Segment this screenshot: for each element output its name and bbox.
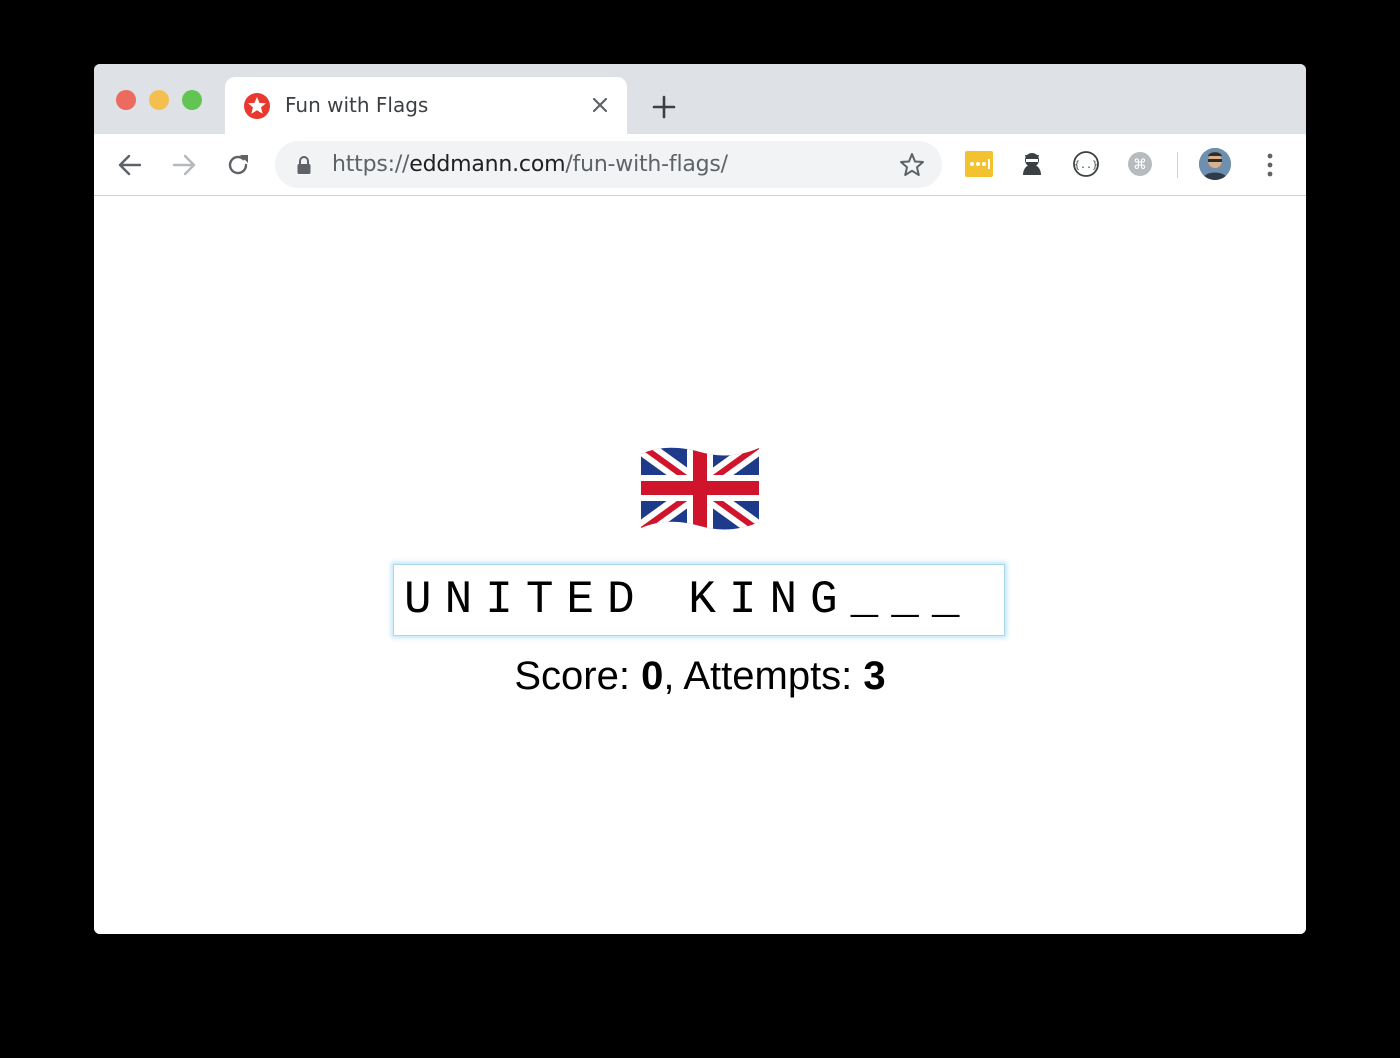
attempts-value: 3: [863, 654, 886, 698]
url-text[interactable]: https://eddmann.com/fun-with-flags/: [332, 152, 728, 177]
guess-input[interactable]: UNITED KING___: [393, 564, 1005, 636]
attempts-label: Attempts:: [683, 654, 864, 698]
browser-window: Fun with Flags https://eddmann.com/fun-w…: [94, 64, 1306, 934]
score-line: Score: 0, Attempts: 3: [94, 654, 1306, 699]
profile-avatar[interactable]: [1199, 148, 1231, 180]
svg-text:{..}: {..}: [1074, 160, 1098, 171]
new-tab-icon[interactable]: [650, 93, 678, 121]
back-arrow-icon[interactable]: [116, 151, 144, 179]
toolbar: https://eddmann.com/fun-with-flags/ {..}…: [94, 134, 1306, 196]
minimize-window-button[interactable]: [149, 90, 169, 110]
forward-arrow-icon[interactable]: [170, 151, 198, 179]
json-extension-icon[interactable]: {..}: [1071, 149, 1101, 179]
zoom-window-button[interactable]: [182, 90, 202, 110]
ninja-extension-icon[interactable]: [1017, 149, 1047, 179]
close-window-button[interactable]: [116, 90, 136, 110]
score-value: 0: [641, 654, 664, 698]
more-menu-icon[interactable]: [1258, 151, 1282, 179]
command-extension-icon[interactable]: ⌘: [1125, 149, 1155, 179]
svg-text:⌘: ⌘: [1133, 157, 1147, 173]
star-favicon-icon: [244, 93, 270, 119]
toolbar-separator: [1177, 152, 1178, 178]
tab-bar: Fun with Flags: [94, 64, 1306, 134]
url-host: eddmann.com: [409, 152, 566, 177]
tab-title: Fun with Flags: [285, 93, 429, 117]
page-content: UNITED KING___ Score: 0, Attempts: 3: [94, 196, 1306, 934]
score-separator: ,: [663, 654, 684, 698]
bookmark-star-icon[interactable]: [898, 151, 926, 179]
lock-icon[interactable]: [295, 155, 313, 175]
avatar-image: [1199, 148, 1231, 180]
url-scheme: https://: [332, 152, 410, 177]
url-path: /fun-with-flags/: [565, 152, 728, 177]
score-label: Score:: [514, 654, 642, 698]
ellipsis-extension-icon[interactable]: [964, 149, 994, 179]
close-tab-icon[interactable]: [590, 95, 610, 115]
reload-icon[interactable]: [224, 151, 252, 179]
united-kingdom-flag-icon: [641, 447, 759, 530]
tab-fun-with-flags[interactable]: Fun with Flags: [225, 77, 627, 134]
address-bar[interactable]: https://eddmann.com/fun-with-flags/: [275, 141, 942, 188]
